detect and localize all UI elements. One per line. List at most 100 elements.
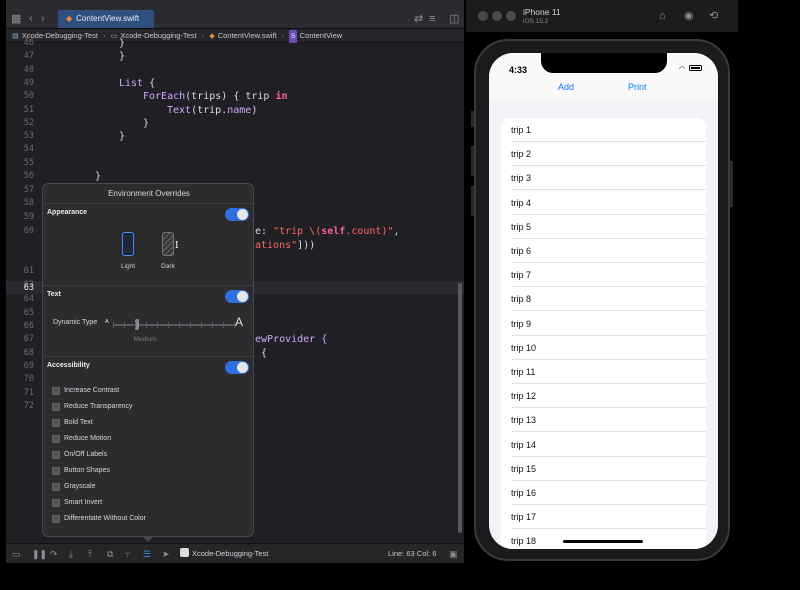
home-icon[interactable]: ⌂	[659, 10, 666, 22]
checkbox[interactable]	[52, 467, 60, 475]
line-number[interactable]: 66	[24, 321, 34, 331]
list-item[interactable]: trip 11	[501, 360, 706, 384]
line-number[interactable]: 60	[24, 226, 34, 236]
line-number[interactable]: 55	[24, 158, 34, 168]
line-number[interactable]: 46	[24, 38, 34, 48]
print-button[interactable]: Print	[628, 82, 647, 92]
checkbox[interactable]	[52, 419, 60, 427]
related-items-icon[interactable]: ⇄	[414, 12, 423, 26]
line-number[interactable]: 61	[24, 266, 34, 276]
close-button[interactable]	[478, 11, 488, 21]
environment-overrides-icon[interactable]: ☰	[143, 548, 151, 560]
line-number[interactable]: 53	[24, 131, 34, 141]
line-number[interactable]: 63	[24, 283, 34, 293]
checkbox-label[interactable]: Grayscale	[64, 483, 96, 490]
line-number[interactable]: 70	[24, 374, 34, 384]
split-editor-icon[interactable]: ◫	[449, 12, 459, 26]
rotate-icon[interactable]: ⟲	[709, 10, 718, 22]
breadcrumb-folder[interactable]: Xcode-Debugging-Test	[120, 29, 196, 43]
breadcrumb-file[interactable]: ContentView.swift	[218, 29, 277, 43]
checkbox[interactable]	[52, 435, 60, 443]
list-item[interactable]: trip 8	[501, 287, 706, 312]
line-number[interactable]: 69	[24, 361, 34, 371]
tab-contentview[interactable]: ◆ ContentView.swift	[58, 10, 154, 28]
minimize-button[interactable]	[492, 11, 502, 21]
line-number[interactable]: 48	[24, 65, 34, 75]
checkbox[interactable]	[52, 515, 60, 523]
line-number[interactable]: 51	[24, 105, 34, 115]
checkbox-label[interactable]: Reduce Transparency	[64, 403, 132, 410]
checkbox[interactable]	[52, 403, 60, 411]
line-number[interactable]: 54	[24, 144, 34, 154]
appearance-toggle[interactable]	[225, 208, 249, 221]
console-toggle-icon[interactable]: ▣	[449, 548, 458, 560]
list-item[interactable]: trip 12	[501, 384, 706, 409]
hide-debug-area-icon[interactable]: ▭	[12, 548, 21, 560]
list-item[interactable]: trip 14	[501, 433, 706, 457]
editor-options-icon[interactable]: ≡	[429, 12, 435, 26]
breadcrumb-symbol[interactable]: ContentView	[300, 29, 342, 43]
list-item[interactable]: trip 16	[501, 481, 706, 505]
checkbox[interactable]	[52, 483, 60, 491]
line-number[interactable]: 58	[24, 198, 34, 208]
checkbox-label[interactable]: Button Shapes	[64, 467, 110, 474]
checkbox-label[interactable]: Bold Text	[64, 419, 93, 426]
checkbox-label[interactable]: On/Off Labels	[64, 451, 107, 458]
dark-appearance-option[interactable]	[162, 232, 174, 256]
line-number[interactable]: 71	[24, 388, 34, 398]
list-item[interactable]: trip 15	[501, 457, 706, 481]
text-toggle[interactable]	[225, 290, 249, 303]
trip-list[interactable]: trip 1 trip 2 trip 3 trip 4 trip 5 trip 6 trip…	[501, 118, 706, 549]
checkbox[interactable]	[52, 499, 60, 507]
forward-arrow-icon[interactable]: ›	[41, 12, 45, 26]
checkbox[interactable]	[52, 451, 60, 459]
screenshot-icon[interactable]: ◉	[684, 10, 694, 22]
line-number[interactable]: 52	[24, 118, 34, 128]
code-line: }	[143, 118, 150, 129]
line-number[interactable]: 68	[24, 348, 34, 358]
list-item[interactable]: trip 3	[501, 166, 706, 191]
line-number[interactable]: 50	[24, 91, 34, 101]
location-icon[interactable]: ➤	[162, 548, 170, 560]
scheme-selector[interactable]: Xcode-Debugging-Test	[180, 548, 268, 560]
line-number[interactable]: 57	[24, 185, 34, 195]
back-arrow-icon[interactable]: ‹	[29, 12, 33, 26]
line-number[interactable]: 47	[24, 51, 34, 61]
checkbox-label[interactable]: Differentiate Without Color	[64, 515, 146, 522]
list-item[interactable]: trip 1	[501, 118, 706, 142]
view-hierarchy-icon[interactable]: ⧉	[107, 548, 113, 560]
dynamic-type-slider[interactable]	[113, 319, 235, 330]
list-item[interactable]: trip 4	[501, 191, 706, 215]
grid-icon[interactable]: ▦	[11, 12, 21, 26]
accessibility-toggle[interactable]	[225, 361, 249, 374]
home-indicator[interactable]	[563, 540, 643, 543]
add-button[interactable]: Add	[558, 82, 574, 92]
list-item[interactable]: trip 5	[501, 215, 706, 239]
memory-graph-icon[interactable]: ⑂	[125, 548, 130, 560]
line-number[interactable]: 49	[24, 78, 34, 88]
line-number[interactable]: 72	[24, 401, 34, 411]
checkbox-label[interactable]: Smart Invert	[64, 499, 102, 506]
list-item[interactable]: trip 9	[501, 312, 706, 336]
vertical-scrollbar[interactable]	[458, 283, 462, 533]
tab-bar: ▦ ‹ › ◆ ContentView.swift ⇄ ≡ ◫	[6, 9, 464, 29]
pause-icon[interactable]: ❚❚	[32, 548, 47, 560]
checkbox-label[interactable]: Increase Contrast	[64, 387, 119, 394]
list-item[interactable]: trip 6	[501, 239, 706, 263]
step-into-icon[interactable]: ⤓	[69, 548, 73, 560]
checkbox-label[interactable]: Reduce Motion	[64, 435, 111, 442]
list-item[interactable]: trip 17	[501, 505, 706, 530]
step-out-icon[interactable]: ⤒	[88, 548, 92, 560]
zoom-button[interactable]	[506, 11, 516, 21]
step-over-icon[interactable]: ↷	[50, 548, 58, 560]
list-item[interactable]: trip 7	[501, 263, 706, 288]
line-number[interactable]: 65	[24, 308, 34, 318]
list-item[interactable]: trip 13	[501, 408, 706, 433]
line-number[interactable]: 56	[24, 171, 34, 181]
line-number[interactable]: 64	[24, 294, 34, 304]
line-number[interactable]: 59	[24, 212, 34, 222]
checkbox[interactable]	[52, 387, 60, 395]
list-item[interactable]: trip 2	[501, 142, 706, 167]
list-item[interactable]: trip 10	[501, 336, 706, 360]
light-appearance-option[interactable]	[122, 232, 134, 256]
